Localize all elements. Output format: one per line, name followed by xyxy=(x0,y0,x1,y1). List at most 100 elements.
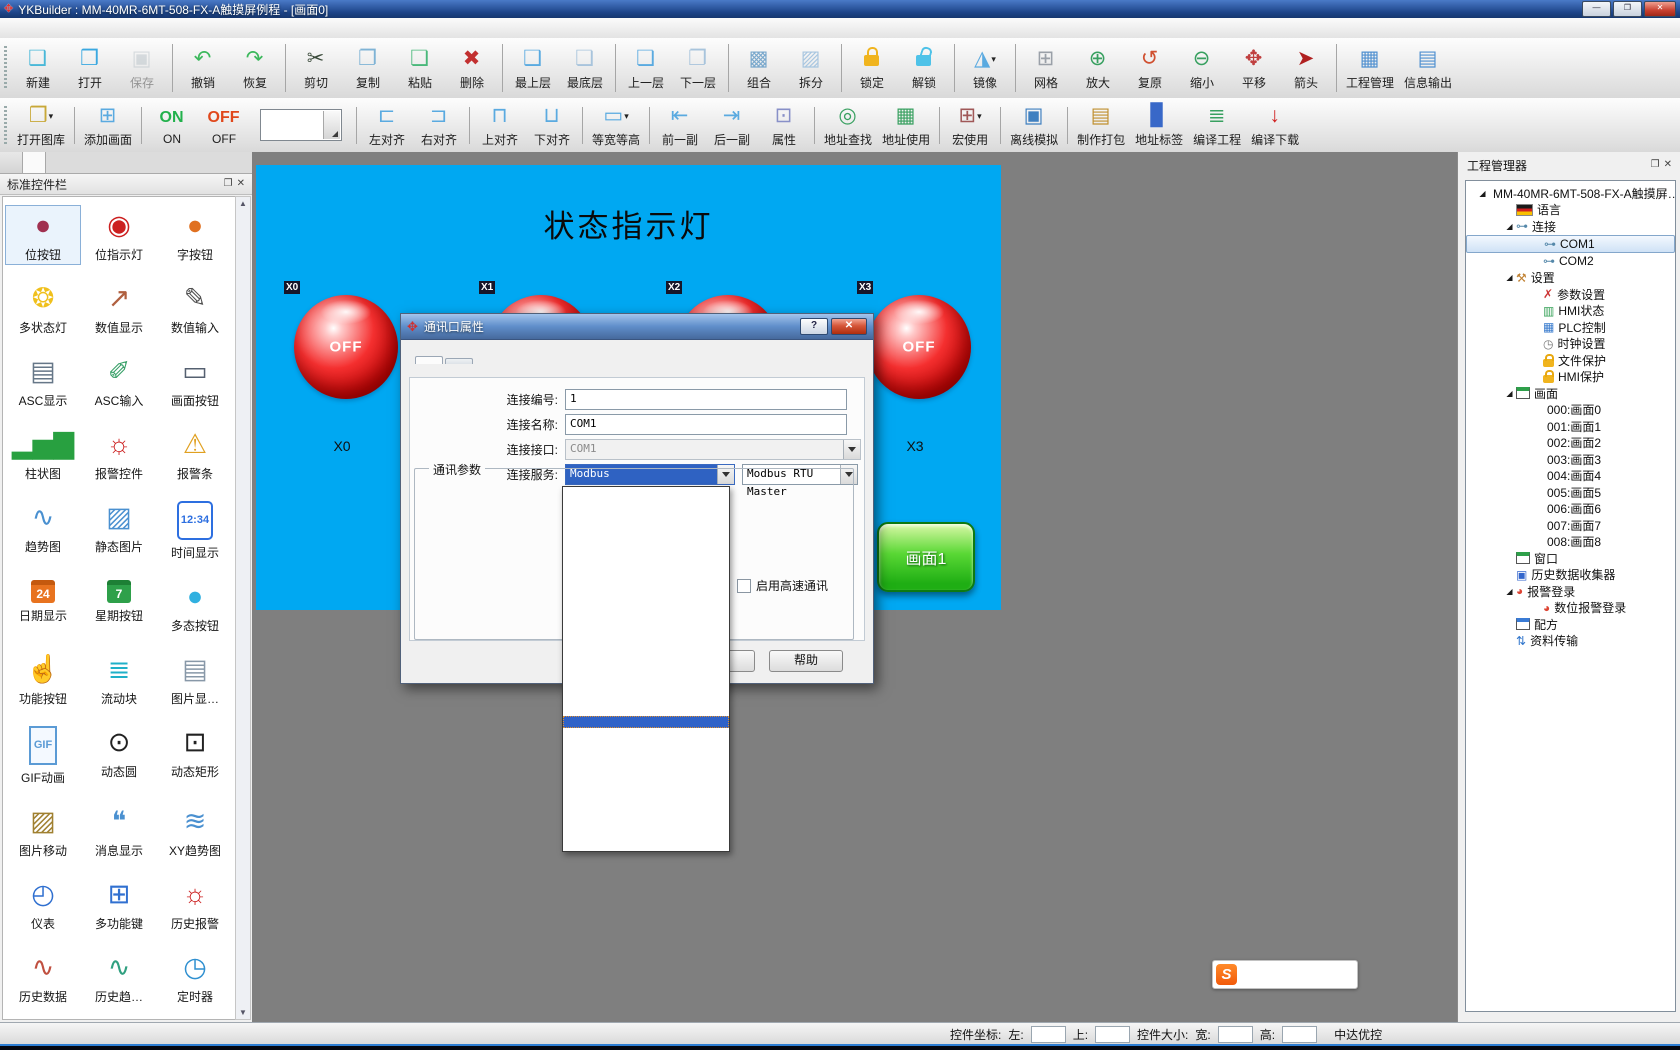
toolbar-button[interactable]: ▦ 地址使用 xyxy=(877,101,935,150)
lamp-group[interactable]: X0 OFF X0 xyxy=(284,281,400,461)
screen-nav-button[interactable]: 画面1 xyxy=(877,522,975,592)
toolbar-button[interactable]: ⊐ 右对齐 xyxy=(413,101,465,150)
tree-item[interactable]: 文件保护 xyxy=(1466,352,1675,369)
toolbar-button[interactable] xyxy=(74,107,75,144)
protocol-option[interactable] xyxy=(563,668,729,680)
close-icon[interactable]: ✕ xyxy=(1644,1,1676,17)
palette-item[interactable]: ❂ 多状态灯 xyxy=(5,278,81,338)
protocol-option[interactable] xyxy=(563,547,729,559)
palette-item[interactable]: ◴ 仪表 xyxy=(5,874,81,934)
high-speed-checkbox[interactable] xyxy=(737,579,751,593)
protocol-option[interactable] xyxy=(563,595,729,607)
protocol-option[interactable] xyxy=(563,535,729,547)
toolbar-button[interactable]: ▤ 信息输出 xyxy=(1399,44,1457,93)
palette-item[interactable]: ⚠ 报警条 xyxy=(157,424,233,484)
palette-item[interactable]: ☼ 历史报警 xyxy=(157,874,233,934)
lamp-group[interactable]: X3 OFF X3 xyxy=(857,281,973,461)
conn-number-input[interactable]: 1 xyxy=(565,389,847,410)
toolbar-button[interactable] xyxy=(728,44,729,92)
protocol-option[interactable] xyxy=(563,716,729,728)
state-selector-combobox[interactable] xyxy=(260,109,342,141)
protocol-option[interactable] xyxy=(563,559,729,571)
indicator-lamp[interactable]: OFF xyxy=(867,295,971,399)
palette-item[interactable]: 7 星期按钮 xyxy=(81,576,157,636)
palette-item[interactable]: ◷ 定时器 xyxy=(157,947,233,1007)
protocol-option[interactable] xyxy=(563,680,729,692)
palette-item[interactable]: ∿ 趋势图 xyxy=(5,497,81,563)
toolbar-button[interactable]: ≣ 编译工程 xyxy=(1188,101,1246,150)
maximize-icon[interactable]: ❐ xyxy=(1613,1,1642,17)
protocol-option[interactable] xyxy=(563,704,729,716)
toolbar-button[interactable] xyxy=(615,44,616,92)
toolbar-button[interactable] xyxy=(172,44,173,92)
tree-item[interactable]: ⇅ 资料传输 xyxy=(1466,633,1675,650)
toolbar-button[interactable]: ▊ 地址标签 xyxy=(1130,101,1188,150)
toolbar-button[interactable] xyxy=(814,107,815,144)
toolbar-button[interactable]: ➤ 箭头 xyxy=(1280,44,1332,93)
palette-item[interactable]: ● 位按钮 xyxy=(5,205,81,265)
protocol-option[interactable] xyxy=(563,752,729,764)
tree-item[interactable]: ◢ 画面 xyxy=(1466,385,1675,402)
panel-tab[interactable] xyxy=(0,152,23,173)
tree-item[interactable]: 003:画面3 xyxy=(1466,451,1675,468)
protocol-option[interactable] xyxy=(563,812,729,824)
dialog-title-bar[interactable]: ✥ 通讯口属性 ? ✕ xyxy=(401,314,873,340)
palette-item[interactable]: ▂▅▇ 柱状图 xyxy=(5,424,81,484)
palette-item[interactable]: 24 日期显示 xyxy=(5,576,81,636)
toolbar-button[interactable]: ✖ 删除 xyxy=(446,44,498,93)
toolbar-button[interactable]: ⇥ 后一副 xyxy=(706,101,758,150)
toolbar-button[interactable]: ❐ 下一层 xyxy=(672,44,724,93)
protocol-option[interactable] xyxy=(563,728,729,740)
palette-item[interactable]: ▨ 图片移动 xyxy=(5,801,81,861)
toolbar-button[interactable] xyxy=(649,107,650,144)
tree-expand-icon[interactable]: ◢ xyxy=(1503,587,1516,596)
toolbar-button[interactable] xyxy=(841,44,842,92)
toolbar-button[interactable] xyxy=(469,107,470,144)
toolbar-button[interactable]: ⊔ 下对齐 xyxy=(526,101,578,150)
palette-item[interactable]: ↗ 数值显示 xyxy=(81,278,157,338)
palette-item[interactable]: 12:34 时间显示 xyxy=(157,497,233,563)
dialog-tab[interactable] xyxy=(445,358,473,364)
palette-scrollbar[interactable]: ▲ ▼ xyxy=(235,196,251,1020)
tree-expand-icon[interactable]: ◢ xyxy=(1503,389,1516,398)
toolbar-button[interactable]: ❏ 粘贴 xyxy=(394,44,446,93)
tree-item[interactable]: 004:画面4 xyxy=(1466,468,1675,485)
toolbar-button[interactable] xyxy=(1336,44,1337,92)
toolbar-button[interactable] xyxy=(1015,44,1016,92)
toolbar-button[interactable]: ⊕ 放大 xyxy=(1072,44,1124,93)
toolbar-button[interactable]: ↶ 撤销 xyxy=(177,44,229,93)
protocol-option[interactable] xyxy=(563,644,729,656)
indicator-lamp[interactable]: OFF xyxy=(294,295,398,399)
tree-item[interactable]: ▣ 历史数据收集器 xyxy=(1466,567,1675,584)
toolbar-button[interactable]: ⊏ 左对齐 xyxy=(361,101,413,150)
protocol-option[interactable] xyxy=(563,824,729,836)
protocol-option[interactable] xyxy=(563,487,729,499)
toolbar-button[interactable]: ▩ 组合 xyxy=(733,44,785,93)
toolbar-button[interactable]: ⇤ 前一副 xyxy=(654,101,706,150)
protocol-option[interactable] xyxy=(563,800,729,812)
palette-item[interactable]: ∿ 历史数据 xyxy=(5,947,81,1007)
toolbar-button[interactable]: 锁定 xyxy=(846,44,898,93)
toolbar-button[interactable]: ↺ 复原 xyxy=(1124,44,1176,93)
toolbar-button[interactable] xyxy=(356,107,357,144)
tree-item[interactable]: HMI保护 xyxy=(1466,369,1675,386)
toolbar-button[interactable]: ⊞ 网格 xyxy=(1020,44,1072,93)
palette-item[interactable]: ❝ 消息显示 xyxy=(81,801,157,861)
protocol-option[interactable] xyxy=(563,776,729,788)
close-panel-icon[interactable]: ✕ xyxy=(1664,159,1672,171)
toolbar-button[interactable]: ❒ 打开 xyxy=(64,44,116,93)
toolbar-button[interactable]: ❏ 最底层 xyxy=(559,44,611,93)
tree-item[interactable]: ◢ ◕ 报警登录 xyxy=(1466,583,1675,600)
palette-item[interactable]: ∿ 历史趋… xyxy=(81,947,157,1007)
tree-item[interactable]: 008:画面8 xyxy=(1466,534,1675,551)
palette-item[interactable]: ☼ 报警控件 xyxy=(81,424,157,484)
toolbar-button[interactable]: ⊖ 缩小 xyxy=(1176,44,1228,93)
tree-item[interactable]: ◢ ⊶ 连接 xyxy=(1466,218,1675,235)
palette-item[interactable]: ● 多态按钮 xyxy=(157,576,233,636)
protocol-option[interactable] xyxy=(563,692,729,704)
palette-item[interactable]: ☝ 功能按钮 xyxy=(5,649,81,709)
palette-item[interactable]: GIF GIF动画 xyxy=(5,722,81,788)
help-button[interactable]: 帮助 xyxy=(769,650,843,672)
palette-item[interactable]: ▤ ASC显示 xyxy=(5,351,81,411)
protocol-option[interactable] xyxy=(563,571,729,583)
